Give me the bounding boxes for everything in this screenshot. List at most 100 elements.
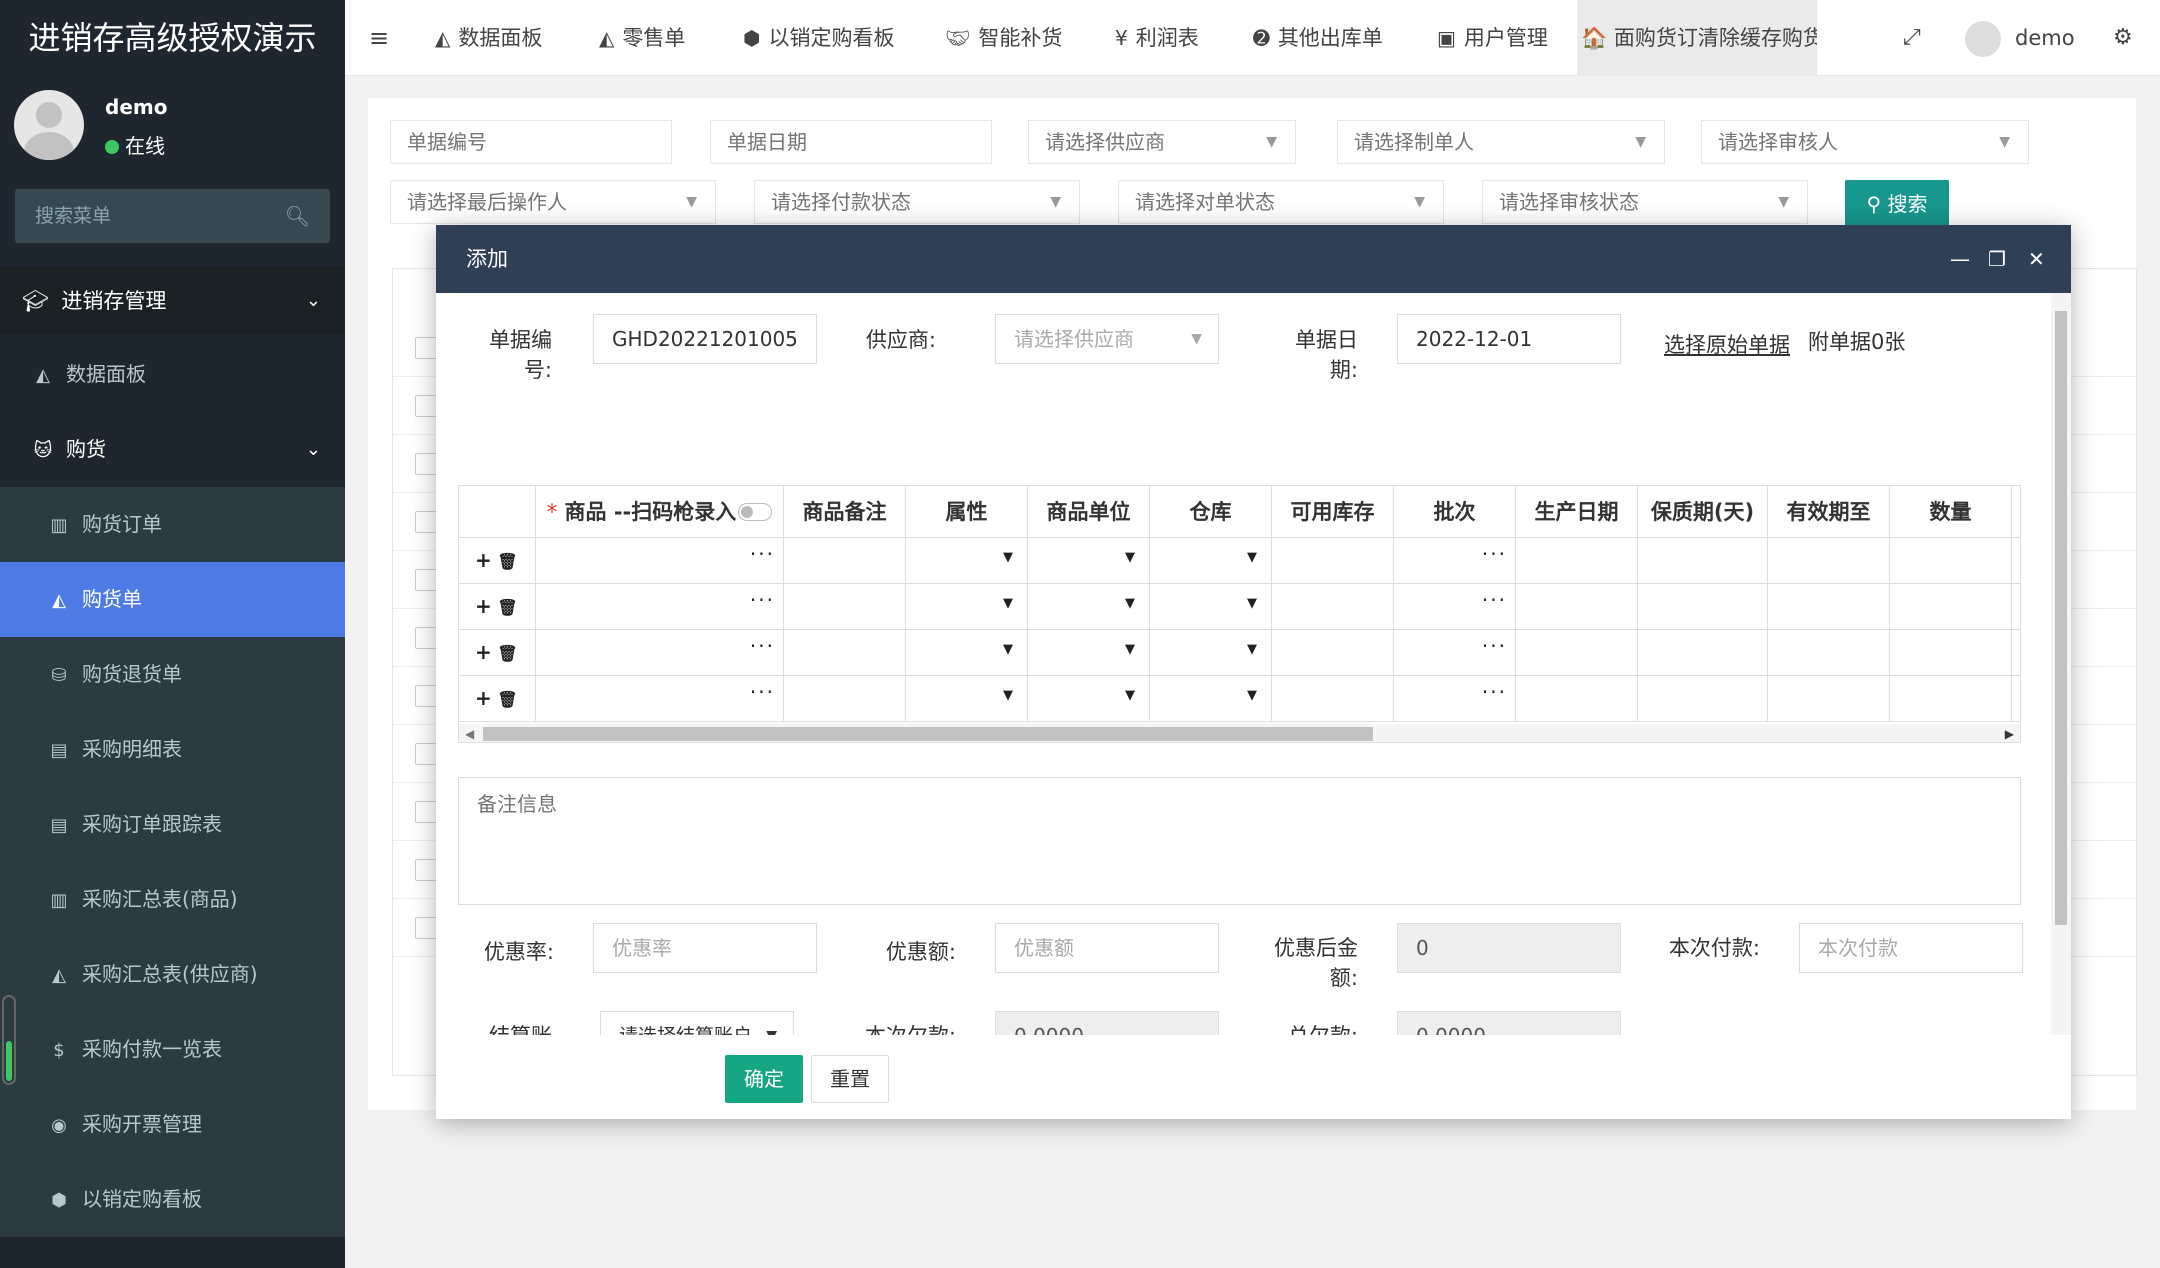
grid-cell[interactable] xyxy=(784,676,906,722)
grid-cell[interactable]: ▼ xyxy=(1028,676,1150,722)
after-discount-input[interactable]: 0 xyxy=(1397,923,1621,973)
tab-replenish[interactable]: 🤝︎ 智能补货 xyxy=(945,0,1062,76)
grid-cell[interactable] xyxy=(1768,584,1890,630)
account-select[interactable]: 请选择结算账户▼ xyxy=(600,1011,794,1035)
supplier-select[interactable]: 请选择供应商 ▼ xyxy=(995,314,1219,364)
sidebar-item-invoice[interactable]: ◉ 采购开票管理 xyxy=(0,1087,345,1162)
grid-cell[interactable]: + 🗑︎ xyxy=(459,630,536,676)
grid-cell[interactable] xyxy=(1516,676,1638,722)
grid-cell[interactable]: ▼ xyxy=(1028,538,1150,584)
doc-no-input[interactable]: GHD20221201005 xyxy=(593,314,817,364)
row-checkbox[interactable] xyxy=(415,859,437,881)
delete-row-icon[interactable]: 🗑︎ xyxy=(492,598,517,617)
grid-cell[interactable]: ··· xyxy=(536,538,784,584)
delete-row-icon[interactable]: 🗑︎ xyxy=(492,552,517,571)
grid-cell[interactable] xyxy=(1768,538,1890,584)
caret-down-icon[interactable]: ▼ xyxy=(1247,642,1257,657)
add-row-icon[interactable]: + xyxy=(475,548,492,572)
grid-cell[interactable]: ▼ xyxy=(1028,584,1150,630)
more-icon[interactable]: ··· xyxy=(750,680,775,704)
dialog-vertical-scrollbar[interactable] xyxy=(2051,293,2071,1035)
grid-cell[interactable]: + 🗑︎ xyxy=(459,584,536,630)
grid-cell[interactable]: ··· xyxy=(1394,584,1516,630)
row-checkbox[interactable] xyxy=(415,801,437,823)
grid-cell[interactable] xyxy=(1516,584,1638,630)
minimize-icon[interactable]: — xyxy=(1950,225,1970,293)
tab-profit[interactable]: ¥ 利润表 xyxy=(1115,0,1199,76)
grid-cell[interactable]: ▼ xyxy=(1150,676,1272,722)
filter-supplier[interactable]: 请选择供应商 ▼ xyxy=(1028,120,1296,164)
grid-cell[interactable]: ▼ xyxy=(906,630,1028,676)
caret-down-icon[interactable]: ▼ xyxy=(1247,596,1257,611)
filter-last-operator[interactable]: 请选择最后操作人 ▼ xyxy=(390,180,716,224)
select-origin-link[interactable]: 选择原始单据 xyxy=(1664,329,1790,359)
caret-down-icon[interactable]: ▼ xyxy=(1247,688,1257,703)
more-icon[interactable]: ··· xyxy=(750,588,775,612)
maximize-icon[interactable]: ❐ xyxy=(1988,225,2006,293)
filter-payment-status[interactable]: 请选择付款状态 ▼ xyxy=(754,180,1080,224)
sidebar-item-purchase-bill[interactable]: ◭ 购货单 xyxy=(0,562,345,637)
grid-cell[interactable] xyxy=(1516,630,1638,676)
grid-cell[interactable]: ··· xyxy=(536,630,784,676)
sidebar-item-purchase-order[interactable]: ▥ 购货订单 xyxy=(0,487,345,562)
menu-toggle-icon[interactable]: ≡ xyxy=(369,0,389,76)
grid-horizontal-scrollbar[interactable]: ◀ ▶ xyxy=(459,724,2020,742)
more-icon[interactable]: ··· xyxy=(750,542,775,566)
grid-cell[interactable] xyxy=(1516,538,1638,584)
discount-amount-input[interactable]: 优惠额 xyxy=(995,923,1219,973)
discount-rate-input[interactable]: 优惠率 xyxy=(593,923,817,973)
grid-cell[interactable] xyxy=(1890,538,2012,584)
add-row-icon[interactable]: + xyxy=(475,686,492,710)
confirm-button[interactable]: 确定 xyxy=(725,1055,803,1103)
caret-down-icon[interactable]: ▼ xyxy=(1125,550,1135,565)
grid-cell[interactable]: ▼ xyxy=(906,584,1028,630)
row-checkbox[interactable] xyxy=(415,337,437,359)
grid-cell[interactable] xyxy=(1638,676,1768,722)
scroll-left-icon[interactable]: ◀ xyxy=(465,724,474,742)
scroll-thumb[interactable] xyxy=(483,727,1373,741)
caret-down-icon[interactable]: ▼ xyxy=(1125,688,1135,703)
sidebar-item-sales-board[interactable]: ⬢ 以销定购看板 xyxy=(0,1162,345,1237)
tab-data-panel[interactable]: ◭ 数据面板 xyxy=(435,0,542,76)
filter-creator[interactable]: 请选择制单人 ▼ xyxy=(1337,120,1665,164)
more-icon[interactable]: ··· xyxy=(1482,542,1507,566)
sidebar-item-purchase-detail[interactable]: ▤ 采购明细表 xyxy=(0,712,345,787)
tab-other-outbound[interactable]: ➋ 其他出库单 xyxy=(1253,0,1383,76)
more-icon[interactable]: ··· xyxy=(1482,680,1507,704)
tab-retail[interactable]: ◭ 零售单 xyxy=(599,0,685,76)
row-checkbox[interactable] xyxy=(415,569,437,591)
search-icon[interactable]: 🔍︎ xyxy=(285,189,310,243)
grid-cell[interactable] xyxy=(1638,538,1768,584)
pay-now-input[interactable]: 本次付款 xyxy=(1799,923,2023,973)
grid-cell[interactable] xyxy=(1890,676,2012,722)
more-icon[interactable]: ··· xyxy=(1482,634,1507,658)
scan-toggle[interactable] xyxy=(738,503,773,521)
grid-cell[interactable]: ··· xyxy=(1394,630,1516,676)
grid-cell[interactable] xyxy=(1272,538,1394,584)
grid-cell[interactable] xyxy=(1272,630,1394,676)
close-icon[interactable]: ✕ xyxy=(2028,225,2045,293)
owe-now-input[interactable]: 0.0000 xyxy=(995,1011,1219,1035)
grid-cell[interactable] xyxy=(784,584,906,630)
fullscreen-icon[interactable]: ⤢ xyxy=(1903,0,1921,76)
scroll-right-icon[interactable]: ▶ xyxy=(2005,724,2014,742)
grid-cell[interactable]: ▼ xyxy=(906,676,1028,722)
grid-cell[interactable]: ▼ xyxy=(1150,630,1272,676)
scroll-indicator[interactable] xyxy=(2,995,16,1085)
sidebar-item-payment-list[interactable]: $ 采购付款一览表 xyxy=(0,1012,345,1087)
grid-cell[interactable] xyxy=(2012,630,2020,676)
grid-cell[interactable] xyxy=(2012,584,2020,630)
grid-cell[interactable] xyxy=(784,538,906,584)
filter-reconcile-status[interactable]: 请选择对单状态 ▼ xyxy=(1118,180,1444,224)
filter-doc-date[interactable]: 单据日期 xyxy=(710,120,992,164)
tab-user-mgmt[interactable]: ▣ 用户管理 xyxy=(1437,0,1548,76)
row-checkbox[interactable] xyxy=(415,395,437,417)
sidebar-item-order-tracking[interactable]: ▤ 采购订单跟踪表 xyxy=(0,787,345,862)
top-user[interactable]: demo xyxy=(1965,0,2075,76)
tab-sales-board[interactable]: ⬢ 以销定购看板 xyxy=(743,0,894,76)
grid-cell[interactable] xyxy=(1890,584,2012,630)
caret-down-icon[interactable]: ▼ xyxy=(1247,550,1257,565)
sidebar-item-summary-supplier[interactable]: ◭ 采购汇总表(供应商) xyxy=(0,937,345,1012)
sidebar-item-purchase[interactable]: 🐱︎ 购货 ⌄ xyxy=(0,412,345,487)
grid-cell[interactable] xyxy=(1272,584,1394,630)
